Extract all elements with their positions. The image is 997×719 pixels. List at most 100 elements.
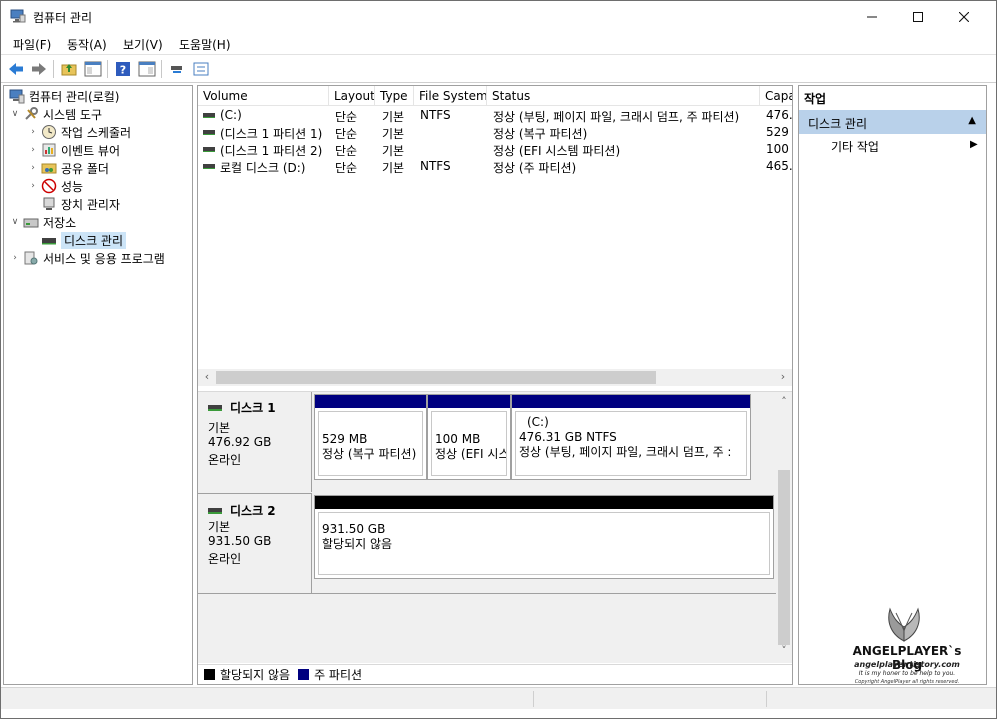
submenu-arrow-icon[interactable]: ▶ [970, 139, 978, 150]
collapse-up-icon[interactable]: ▲ [968, 115, 976, 126]
chevron-right-icon[interactable]: › [9, 253, 21, 263]
chevron-right-icon[interactable]: › [27, 127, 39, 137]
computer-management-icon [9, 89, 25, 104]
volume-status: 정상 (EFI 시스템 파티션) [493, 144, 621, 158]
show-hide-tree-button[interactable] [83, 59, 103, 79]
menu-view[interactable]: 보기(V) [123, 36, 163, 53]
disk-state: 온라인 [208, 552, 242, 566]
minimize-icon [867, 16, 877, 18]
close-button[interactable] [941, 1, 987, 33]
column-layout[interactable]: Layout [329, 86, 375, 106]
partition-recovery[interactable]: 529 MB 정상 (복구 파티션) [314, 394, 427, 480]
disk-drive-icon [42, 238, 56, 245]
actions-header: 작업 [804, 92, 827, 106]
storage-icon [23, 218, 39, 228]
tree-item-performance[interactable]: › 성능 [27, 177, 83, 195]
volume-type: 기본 [382, 161, 405, 175]
volume-row[interactable]: (디스크 1 파티션 1) 단순 기본 정상 (복구 파티션) 529 I [198, 124, 792, 141]
volume-row[interactable]: 로컬 디스크 (D:) 단순 기본 NTFS 정상 (주 파티션) 465.7 [198, 158, 792, 175]
show-hide-action-icon [138, 61, 156, 77]
volume-layout: 단순 [335, 127, 358, 141]
volume-status: 정상 (부팅, 페이지 파일, 크래시 덤프, 주 파티션) [493, 110, 740, 124]
tree-item-shared-folders[interactable]: › 공유 폴더 [27, 159, 109, 177]
tree-label: 시스템 도구 [43, 107, 103, 122]
tree-item-task-scheduler[interactable]: › 작업 스케줄러 [27, 123, 131, 141]
column-type[interactable]: Type [375, 86, 414, 106]
disk-management-pane: Volume Layout Type File System Status Ca… [197, 85, 793, 685]
tree-item-disk-management[interactable]: 디스크 관리 [39, 231, 127, 249]
volume-name: (디스크 1 파티션 2) [220, 144, 323, 158]
volume-list-hscrollbar[interactable]: ‹ › [198, 369, 792, 386]
volume-fs: NTFS [420, 108, 451, 122]
disk-view-vscrollbar[interactable]: ˄ ˅ [776, 394, 792, 661]
tree-label: 작업 스케줄러 [61, 125, 132, 140]
volume-status: 정상 (복구 파티션) [493, 127, 588, 141]
tree-item-event-viewer[interactable]: › 이벤트 뷰어 [27, 141, 120, 159]
chevron-down-icon[interactable]: ∨ [9, 109, 21, 119]
properties-button[interactable] [191, 59, 211, 79]
maximize-button[interactable] [895, 1, 941, 33]
actions-pane: 작업 디스크 관리 ▲ 기타 작업 ▶ [798, 85, 987, 685]
volume-layout: 단순 [335, 144, 358, 158]
scroll-thumb[interactable] [778, 470, 790, 645]
column-capacity[interactable]: Capa [760, 86, 792, 106]
connect-button[interactable] [167, 59, 187, 79]
column-volume[interactable]: Volume [198, 86, 329, 106]
help-button[interactable]: ? [113, 59, 133, 79]
chevron-down-icon[interactable]: ∨ [9, 217, 21, 227]
disk-divider [198, 593, 776, 594]
up-folder-button[interactable] [59, 59, 79, 79]
partition-c[interactable]: (C:) 476.31 GB NTFS 정상 (부팅, 페이지 파일, 크래시 … [511, 394, 751, 480]
action-more-actions[interactable]: 기타 작업 [831, 138, 879, 155]
blog-watermark: ANGELPLAYER`s Blog angelplayer.tistory.c… [827, 599, 977, 691]
tree-label: 디스크 관리 [61, 231, 127, 249]
show-hide-tree-icon [84, 61, 102, 77]
volume-status: 정상 (주 파티션) [493, 161, 577, 175]
disk-1-title: 디스크 1 [208, 399, 276, 416]
partition-status: 정상 (부팅, 페이지 파일, 크래시 덤프, 주 : [519, 445, 732, 459]
scroll-down-icon[interactable]: ˅ [776, 644, 792, 657]
chevron-right-icon[interactable]: › [27, 145, 39, 155]
watermark-line2: It is my honer to be help to you. [858, 670, 956, 677]
tree-item-device-manager[interactable]: 장치 관리자 [39, 195, 120, 213]
volume-row[interactable]: (디스크 1 파티션 2) 단순 기본 정상 (EFI 시스템 파티션) 100… [198, 141, 792, 158]
drive-icon [203, 164, 215, 169]
disk-1-label[interactable]: 디스크 1 기본 476.92 GB 온라인 [198, 392, 312, 492]
partition-efi[interactable]: 100 MB 정상 (EFI 시스 [427, 394, 511, 480]
minimize-button[interactable] [849, 1, 895, 33]
forward-button[interactable] [29, 59, 49, 79]
tree-item-storage[interactable]: ∨ 저장소 [9, 213, 76, 231]
properties-icon [193, 62, 209, 76]
column-file-system[interactable]: File System [414, 86, 487, 106]
menu-action[interactable]: 동작(A) [67, 36, 107, 53]
tree-item-services-apps[interactable]: › 서비스 및 응용 프로그램 [9, 249, 165, 267]
menu-help[interactable]: 도움말(H) [179, 36, 231, 53]
chevron-right-icon[interactable]: › [27, 163, 39, 173]
show-hide-action-button[interactable] [137, 59, 157, 79]
partition-status: 할당되지 않음 [322, 537, 393, 551]
disk-2-label[interactable]: 디스크 2 기본 931.50 GB 온라인 [198, 493, 312, 593]
column-status[interactable]: Status [487, 86, 760, 106]
back-button[interactable] [6, 59, 26, 79]
toolbar: ? [1, 56, 996, 83]
scroll-left-icon[interactable]: ‹ [199, 370, 215, 385]
performance-icon [41, 178, 57, 194]
svg-text:?: ? [120, 64, 126, 77]
tree-item-root[interactable]: 컴퓨터 관리(로컬) [7, 87, 119, 105]
actions-section-disk-management[interactable]: 디스크 관리 ▲ [799, 110, 986, 134]
maximize-icon [913, 12, 923, 22]
partition-unallocated[interactable]: 931.50 GB 할당되지 않음 [314, 495, 774, 579]
volume-capacity: 465.7 [766, 159, 792, 173]
scroll-thumb[interactable] [216, 371, 656, 384]
volume-row[interactable]: (C:) 단순 기본 NTFS 정상 (부팅, 페이지 파일, 크래시 덤프, … [198, 107, 792, 124]
scroll-right-icon[interactable]: › [775, 370, 791, 385]
volume-name: (디스크 1 파티션 1) [220, 127, 323, 141]
partition-bar [428, 395, 510, 408]
scroll-up-icon[interactable]: ˄ [776, 395, 792, 408]
chevron-right-icon[interactable]: › [27, 181, 39, 191]
status-bar [1, 687, 996, 709]
tree-item-system-tools[interactable]: ∨ 시스템 도구 [9, 105, 102, 123]
connect-icon [171, 66, 182, 73]
drive-icon [203, 147, 215, 152]
menu-file[interactable]: 파일(F) [13, 36, 51, 53]
